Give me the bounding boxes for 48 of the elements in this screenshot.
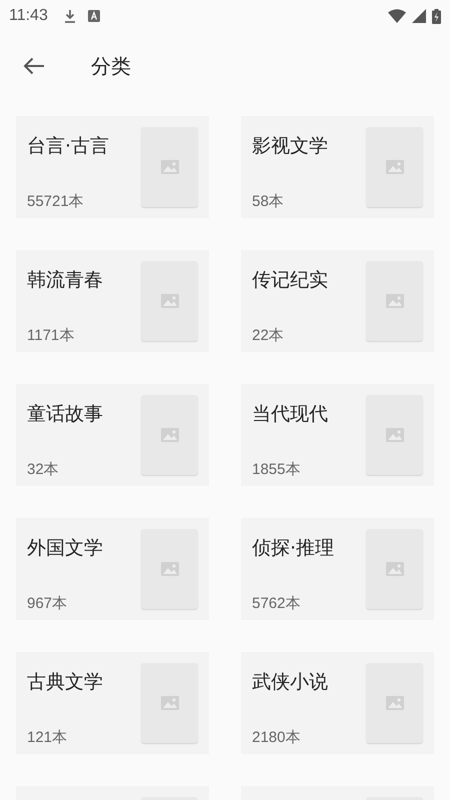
image-icon (386, 160, 404, 174)
wifi-icon (388, 9, 406, 23)
battery-icon (432, 8, 441, 24)
book-count: 32本 (27, 460, 60, 479)
image-icon (160, 562, 178, 576)
category-title: 武侠小说 (252, 670, 328, 695)
category-title: 童话故事 (27, 402, 103, 427)
category-card[interactable]: 童话故事 32本 (16, 384, 209, 486)
category-card[interactable]: 武侠小说 2180本 (241, 652, 434, 754)
image-icon (160, 696, 178, 710)
download-icon (64, 9, 76, 23)
category-title: 影视文学 (252, 134, 328, 159)
image-icon (160, 294, 178, 308)
category-card[interactable]: 影视文学 58本 (241, 116, 434, 218)
book-count: 55721本 (27, 192, 85, 211)
category-title: 台言·古言 (27, 134, 110, 159)
category-card[interactable]: 韩流青春 1171本 (16, 250, 209, 352)
category-card[interactable]: 外国文学 967本 (16, 518, 209, 620)
image-icon (386, 428, 404, 442)
category-title: 外国文学 (27, 536, 103, 561)
image-icon (160, 160, 178, 174)
book-count: 5762本 (252, 594, 302, 613)
category-title: 当代现代 (252, 402, 328, 427)
book-count: 58本 (252, 192, 285, 211)
book-count: 1171本 (27, 326, 76, 345)
book-count: 121本 (27, 728, 68, 747)
image-icon (386, 294, 404, 308)
book-count: 967本 (27, 594, 68, 613)
back-arrow-icon (23, 57, 45, 75)
keyboard-app-icon (88, 10, 100, 22)
category-title: 侦探·推理 (252, 536, 334, 561)
book-count: 2180本 (252, 728, 302, 747)
category-title: 古典文学 (27, 670, 103, 695)
image-icon (386, 562, 404, 576)
page-title: 分类 (91, 52, 131, 80)
category-card[interactable]: 当代现代 1855本 (241, 384, 434, 486)
category-card[interactable]: 古典文学 121本 (16, 652, 209, 754)
category-title: 韩流青春 (27, 268, 103, 293)
category-card[interactable]: 台言·古言 55721本 (16, 116, 209, 218)
status-time: 11:43 (9, 7, 48, 25)
book-count: 22本 (252, 326, 285, 345)
category-card[interactable]: 传记纪实 22本 (241, 250, 434, 352)
category-card[interactable]: 侦探·推理 5762本 (241, 518, 434, 620)
book-count: 1855本 (252, 460, 302, 479)
signal-icon (412, 9, 426, 23)
image-icon (386, 696, 404, 710)
category-title: 传记纪实 (252, 268, 328, 293)
image-icon (160, 428, 178, 442)
